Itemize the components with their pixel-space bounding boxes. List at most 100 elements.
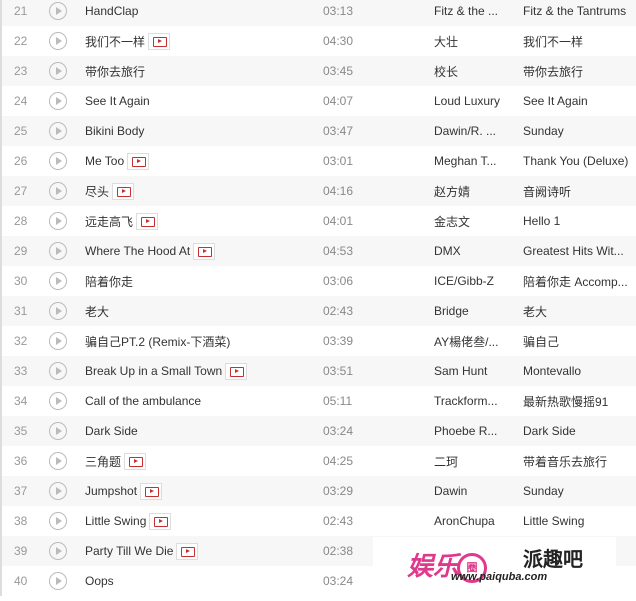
track-row[interactable]: 34 Call of the ambulance 05:11 Trackform… [2,386,636,416]
track-title[interactable]: HandClap [85,4,138,18]
track-album[interactable]: Sunday [523,484,635,498]
track-row[interactable]: 23 带你去旅行 03:45 校长 带你去旅行 [2,56,636,86]
track-artist[interactable]: DMX [434,244,514,258]
track-artist[interactable]: Sam Hunt [434,364,514,378]
track-row[interactable]: 27 尽头 04:16 赵方婧 音阙诗听 [2,176,636,206]
track-title[interactable]: Jumpshot [85,484,137,498]
track-row[interactable]: 31 老大 02:43 Bridge 老大 [2,296,636,326]
track-row[interactable]: 28 远走高飞 04:01 金志文 Hello 1 [2,206,636,236]
mv-icon[interactable] [193,242,216,260]
play-icon[interactable] [49,422,67,440]
track-album[interactable]: 带你去旅行 [523,63,635,80]
mv-icon[interactable] [127,152,150,170]
track-artist[interactable]: ICE/Gibb-Z [434,274,514,288]
track-row[interactable]: 24 See It Again 04:07 Loud Luxury See It… [2,86,636,116]
mv-icon[interactable] [140,482,163,500]
track-artist[interactable]: Dawin [434,484,514,498]
play-icon[interactable] [49,122,67,140]
play-icon[interactable] [49,62,67,80]
track-artist[interactable]: 校长 [434,63,514,80]
track-album[interactable]: Montevallo [523,364,635,378]
mv-icon[interactable] [176,542,199,560]
track-artist[interactable]: 赵方婧 [434,183,514,200]
track-album[interactable]: 骗自己 [523,333,635,350]
track-album[interactable]: Little Swing [523,514,635,528]
play-icon[interactable] [49,152,67,170]
track-artist[interactable]: Fitz & the ... [434,4,514,18]
track-artist[interactable]: AY楊佬叁/... [434,333,514,350]
play-icon[interactable] [49,542,67,560]
track-row[interactable]: 38 Little Swing 02:43 AronChupa Little S… [2,506,636,536]
play-icon[interactable] [49,32,67,50]
play-icon[interactable] [49,302,67,320]
track-row[interactable]: 21 HandClap 03:13 Fitz & the ... Fitz & … [2,0,636,26]
track-row[interactable]: 32 骗自己PT.2 (Remix-下酒菜) 03:39 AY楊佬叁/... 骗… [2,326,636,356]
play-icon[interactable] [49,332,67,350]
track-artist[interactable]: 二珂 [434,453,514,470]
mv-icon[interactable] [124,452,147,470]
mv-icon[interactable] [112,182,135,200]
track-row[interactable]: 30 陪着你走 03:06 ICE/Gibb-Z 陪着你走 Accomp... [2,266,636,296]
track-title[interactable]: Break Up in a Small Town [85,364,222,378]
track-title[interactable]: Where The Hood At [85,244,190,258]
track-artist[interactable]: 大壮 [434,33,514,50]
track-album[interactable]: 最新热歌慢摇91 [523,393,635,410]
track-album[interactable]: Thank You (Deluxe) [523,154,635,168]
track-title[interactable]: 尽头 [85,183,109,200]
track-title[interactable]: Dark Side [85,424,138,438]
track-album[interactable]: 带着音乐去旅行 [523,453,635,470]
track-album[interactable]: See It Again [523,94,635,108]
track-artist[interactable]: Dawin/R. ... [434,124,514,138]
track-title[interactable]: Me Too [85,154,124,168]
track-title[interactable]: Party Till We Die [85,544,173,558]
track-album[interactable]: Fitz & the Tantrums [523,4,635,18]
track-artist[interactable]: Bridge [434,304,514,318]
play-icon[interactable] [49,182,67,200]
mv-icon[interactable] [148,32,171,50]
track-album[interactable]: 音阙诗听 [523,183,635,200]
play-icon[interactable] [49,512,67,530]
play-icon[interactable] [49,212,67,230]
play-icon[interactable] [49,572,67,590]
mv-icon[interactable] [225,362,248,380]
track-title[interactable]: 老大 [85,303,109,320]
track-album[interactable]: 老大 [523,303,635,320]
track-row[interactable]: 29 Where The Hood At 04:53 DMX Greatest … [2,236,636,266]
play-icon[interactable] [49,392,67,410]
play-icon[interactable] [49,362,67,380]
track-row[interactable]: 35 Dark Side 03:24 Phoebe R... Dark Side [2,416,636,446]
track-artist[interactable]: Meghan T... [434,154,514,168]
track-title[interactable]: See It Again [85,94,150,108]
track-album[interactable]: 陪着你走 Accomp... [523,273,635,290]
track-title[interactable]: 远走高飞 [85,213,133,230]
play-icon[interactable] [49,452,67,470]
track-artist[interactable]: Loud Luxury [434,94,514,108]
track-title[interactable]: 带你去旅行 [85,63,145,80]
track-title[interactable]: Little Swing [85,514,146,528]
track-row[interactable]: 25 Bikini Body 03:47 Dawin/R. ... Sunday [2,116,636,146]
track-title[interactable]: Call of the ambulance [85,394,201,408]
mv-icon[interactable] [136,212,159,230]
track-title[interactable]: 骗自己PT.2 (Remix-下酒菜) [85,333,230,350]
track-title[interactable]: 我们不一样 [85,33,145,50]
track-album[interactable]: Greatest Hits Wit... [523,244,635,258]
play-icon[interactable] [49,242,67,260]
track-artist[interactable]: AronChupa [434,514,514,528]
play-icon[interactable] [49,2,67,20]
track-title[interactable]: Bikini Body [85,124,144,138]
play-icon[interactable] [49,482,67,500]
track-row[interactable]: 36 三角题 04:25 二珂 带着音乐去旅行 [2,446,636,476]
track-title[interactable]: 陪着你走 [85,273,133,290]
track-row[interactable]: 22 我们不一样 04:30 大壮 我们不一样 [2,26,636,56]
track-artist[interactable]: Phoebe R... [434,424,514,438]
track-album[interactable]: 我们不一样 [523,33,635,50]
track-album[interactable]: Sunday [523,124,635,138]
track-artist[interactable]: Trackform... [434,394,514,408]
play-icon[interactable] [49,272,67,290]
track-row[interactable]: 37 Jumpshot 03:29 Dawin Sunday [2,476,636,506]
track-row[interactable]: 26 Me Too 03:01 Meghan T... Thank You (D… [2,146,636,176]
track-title[interactable]: Oops [85,574,114,588]
track-row[interactable]: 33 Break Up in a Small Town 03:51 Sam Hu… [2,356,636,386]
track-album[interactable]: Hello 1 [523,214,635,228]
track-album[interactable]: Dark Side [523,424,635,438]
